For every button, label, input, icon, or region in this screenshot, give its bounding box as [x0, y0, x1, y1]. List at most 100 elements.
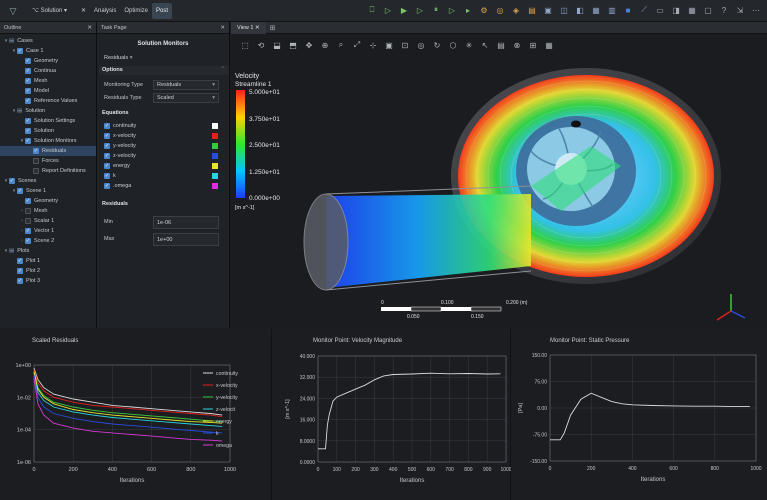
menu-optimize[interactable]: Optimize — [120, 3, 152, 19]
outline-item[interactable]: ▾ ✓ Scenes — [0, 176, 96, 186]
settings-icon[interactable]: ⚙ — [477, 3, 491, 17]
outline-item[interactable]: ✓ Plot 1 — [0, 256, 96, 266]
checkbox[interactable] — [33, 158, 39, 164]
checkbox[interactable]: ✓ — [25, 198, 31, 204]
light-icon[interactable]: ✳ — [463, 39, 475, 51]
probe-icon[interactable]: ⊗ — [511, 39, 523, 51]
color-swatch[interactable] — [212, 182, 218, 189]
viewport[interactable]: View 1 ✕ ⊞ ⬚ ⟲ ⬓ ⬒ ✥ ⊕ ⌕ ⤢ ⊹ ▣ ⊡ ◎ ↻ ⬡ ✳… — [231, 21, 767, 328]
outline-item[interactable]: ▾ ▤ Plots — [0, 246, 96, 256]
plot-residuals[interactable]: Scaled Residuals 0 200 400 600 800 1000 1e+00 1… — [0, 329, 272, 500]
checkbox[interactable]: ✓ — [17, 268, 23, 274]
help-icon[interactable]: ? — [717, 3, 731, 17]
checkbox[interactable]: ✓ — [104, 152, 110, 159]
checkbox[interactable] — [25, 218, 31, 224]
checkbox[interactable]: ✓ — [25, 68, 31, 74]
camera-icon[interactable]: ⊞ — [527, 39, 539, 51]
cursor-icon[interactable]: ↖ — [479, 39, 491, 51]
outline-item[interactable]: › ✓ Vector 1 — [0, 226, 96, 236]
close-icon[interactable]: ✕ — [220, 22, 225, 34]
monitoring-type-dropdown[interactable]: Residuals ▾ — [153, 80, 219, 90]
checkbox[interactable]: ✓ — [104, 122, 110, 129]
color-swatch[interactable] — [212, 122, 218, 129]
checkbox[interactable] — [25, 208, 31, 214]
chart-icon[interactable]: ⟋ — [637, 3, 651, 17]
checkbox[interactable]: ✓ — [25, 78, 31, 84]
box-zoom-icon[interactable]: ⊡ — [399, 39, 411, 51]
menu-solution[interactable]: ⌥ Solution ▾ — [28, 3, 71, 19]
checkbox[interactable]: ✓ — [104, 142, 110, 149]
outline-item[interactable]: ▾ ▤ Solution — [0, 106, 96, 116]
outline-item[interactable]: ✓ Model — [0, 86, 96, 96]
checkbox[interactable]: ✓ — [17, 258, 23, 264]
checkbox[interactable]: ✓ — [25, 58, 31, 64]
checkbox[interactable]: ✓ — [33, 148, 39, 154]
plot-velocity[interactable]: Monitor Point: Velocity Magnitude 0 100 20… — [273, 329, 511, 500]
cube-icon[interactable]: ▣ — [541, 3, 555, 17]
outline-item[interactable]: ✓ Geometry — [0, 56, 96, 66]
window-icon[interactable]: ▢ — [701, 3, 715, 17]
residuals-type-dropdown[interactable]: Scaled ▾ — [153, 93, 219, 103]
collapse-icon[interactable]: ⌃ — [221, 66, 225, 72]
outline-item[interactable]: ✓ Plot 3 — [0, 276, 96, 286]
checkbox[interactable]: ✓ — [25, 98, 31, 104]
equation-item[interactable]: ✓ k — [104, 171, 222, 180]
play-icon[interactable]: ▷ — [445, 3, 459, 17]
run-icon[interactable]: ▷ — [381, 3, 395, 17]
checkbox[interactable]: ✓ — [104, 162, 110, 169]
zoom-icon[interactable]: ⌕ — [335, 39, 347, 51]
checkbox[interactable]: ✓ — [25, 228, 31, 234]
mesh-icon[interactable]: ◎ — [493, 3, 507, 17]
color-swatch[interactable] — [212, 172, 218, 179]
add-tab-icon[interactable]: ⊞ — [270, 24, 276, 32]
zoom-in-icon[interactable]: ⊕ — [319, 39, 331, 51]
checkbox[interactable]: ✓ — [17, 278, 23, 284]
outline-item[interactable]: ✓ Solution Settings — [0, 116, 96, 126]
orbit-icon[interactable]: ◎ — [415, 39, 427, 51]
outline-item[interactable]: ✓ Reference Values — [0, 96, 96, 106]
color-swatch[interactable] — [212, 142, 218, 149]
checkbox[interactable]: ✓ — [25, 128, 31, 134]
outline-item[interactable]: ✓ Geometry — [0, 196, 96, 206]
max-input[interactable]: 1e+00 — [153, 233, 219, 246]
outline-item[interactable]: Forces — [0, 156, 96, 166]
rotate-icon[interactable]: ⟲ — [255, 39, 267, 51]
more-icon[interactable]: ⋯ — [749, 3, 763, 17]
geometry-icon[interactable]: ◈ — [509, 3, 523, 17]
color-swatch[interactable] — [212, 132, 218, 139]
pan-icon[interactable]: ⬓ — [271, 39, 283, 51]
equation-item[interactable]: ✓ energy — [104, 161, 222, 170]
checkbox[interactable]: ✓ — [25, 138, 31, 144]
pause-icon[interactable]: ⏸ — [429, 3, 443, 17]
outline-item[interactable]: ✓ Solution — [0, 126, 96, 136]
outline-item[interactable]: › Scalar 1 — [0, 216, 96, 226]
outline-item[interactable]: ✓ Plot 2 — [0, 266, 96, 276]
checkbox[interactable]: ✓ — [17, 188, 23, 194]
layout-icon[interactable]: ▭ — [653, 3, 667, 17]
checkbox[interactable]: ✓ — [104, 132, 110, 139]
outline-item[interactable]: Report Definitions — [0, 166, 96, 176]
outline-item[interactable]: ✓ Mesh — [0, 76, 96, 86]
outline-item[interactable]: ▾ ✓ Scene 1 — [0, 186, 96, 196]
layers-icon[interactable]: ▦ — [589, 3, 603, 17]
outline-item[interactable]: ▾ ▤ Cases — [0, 36, 96, 46]
outline-item[interactable]: › Mesh — [0, 206, 96, 216]
outline-item[interactable]: ▾ ✓ Case 1 — [0, 46, 96, 56]
menu-analysis[interactable]: Analysis — [90, 3, 120, 19]
run-dropdown-icon[interactable]: ▸ — [461, 3, 475, 17]
rotate-view-icon[interactable]: ↻ — [431, 39, 443, 51]
equation-item[interactable]: ✓ z-velocity — [104, 151, 222, 160]
color-swatch[interactable] — [212, 162, 218, 169]
checkbox[interactable]: ✓ — [9, 178, 15, 184]
view-icon[interactable]: ⬒ — [287, 39, 299, 51]
grid-icon[interactable]: ▦ — [685, 3, 699, 17]
outline-item[interactable]: ✓ Continua — [0, 66, 96, 76]
outline-item[interactable]: ✓ Residuals — [0, 146, 96, 156]
perspective-icon[interactable]: ⬡ — [447, 39, 459, 51]
min-input[interactable]: 1e-06 — [153, 216, 219, 229]
shuffle-icon[interactable]: ✕ — [77, 3, 90, 19]
equation-item[interactable]: ✓ x-velocity — [104, 131, 222, 140]
expand-icon[interactable]: ⇲ — [733, 3, 747, 17]
snapshot-icon[interactable]: ▤ — [495, 39, 507, 51]
checkbox[interactable]: ✓ — [104, 172, 110, 179]
